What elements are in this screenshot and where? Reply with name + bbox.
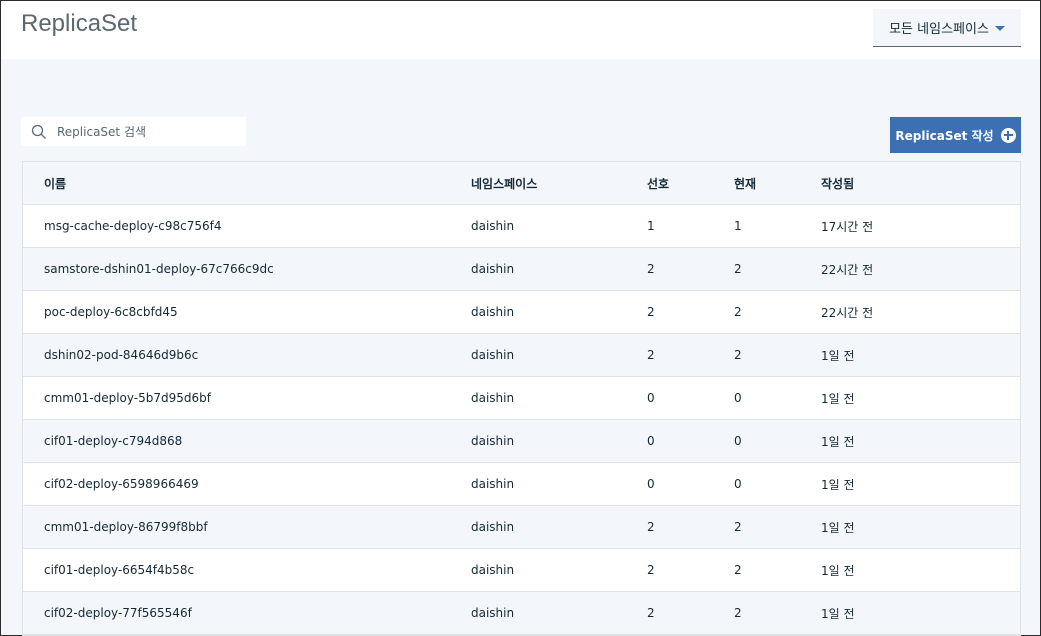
replicaset-name[interactable]: cmm01-deploy-5b7d95d6bf bbox=[23, 391, 471, 405]
replicaset-desired: 2 bbox=[647, 563, 655, 577]
table-row[interactable]: msg-cache-deploy-c98c756f4 daishin 1 1 17시간 … bbox=[23, 205, 1020, 248]
replicaset-namespace: daishin bbox=[471, 520, 515, 534]
replicaset-created: 1일 전 bbox=[821, 563, 855, 578]
create-replicaset-button[interactable]: ReplicaSet 작성 bbox=[890, 117, 1021, 153]
replicaset-current: 2 bbox=[734, 606, 742, 620]
replicaset-name[interactable]: poc-deploy-6c8cbfd45 bbox=[23, 305, 471, 319]
replicaset-namespace: daishin bbox=[471, 305, 515, 319]
replicaset-name[interactable]: samstore-dshin01-deploy-67c766c9dc bbox=[23, 262, 471, 276]
table-row[interactable]: samstore-dshin01-deploy-67c766c9dc daishi… bbox=[23, 248, 1020, 291]
replicaset-desired: 0 bbox=[647, 434, 655, 448]
replicaset-desired: 0 bbox=[647, 477, 655, 491]
replicaset-table: 이름 네임스페이스 선호 현재 작성됨 msg-cache-deploy-c98… bbox=[22, 161, 1021, 636]
table-row[interactable]: cif01-deploy-6654f4b58c daishin 2 2 1일 전 bbox=[23, 549, 1020, 592]
replicaset-desired: 2 bbox=[647, 606, 655, 620]
namespace-dropdown[interactable]: 모든 네임스페이스 bbox=[873, 9, 1021, 47]
replicaset-desired: 1 bbox=[647, 219, 655, 233]
replicaset-desired: 2 bbox=[647, 305, 655, 319]
replicaset-namespace: daishin bbox=[471, 563, 515, 577]
replicaset-name[interactable]: dshin02-pod-84646d9b6c bbox=[23, 348, 471, 362]
replicaset-name[interactable]: cif02-deploy-77f565546f bbox=[23, 606, 471, 620]
replicaset-created: 1일 전 bbox=[821, 348, 855, 363]
replicaset-namespace: daishin bbox=[471, 219, 515, 233]
replicaset-current: 2 bbox=[734, 520, 742, 534]
replicaset-desired: 0 bbox=[647, 391, 655, 405]
replicaset-namespace: daishin bbox=[471, 348, 515, 362]
page-title: ReplicaSet bbox=[21, 10, 138, 37]
create-button-label: ReplicaSet 작성 bbox=[895, 128, 994, 143]
replicaset-current: 2 bbox=[734, 262, 742, 276]
caret-down-icon bbox=[994, 26, 1005, 31]
column-header-created[interactable]: 작성됨 bbox=[821, 175, 1020, 192]
replicaset-created: 1일 전 bbox=[821, 606, 855, 621]
replicaset-name[interactable]: cif02-deploy-6598966469 bbox=[23, 477, 471, 491]
replicaset-created: 1일 전 bbox=[821, 391, 855, 406]
column-header-current[interactable]: 현재 bbox=[734, 175, 821, 192]
table-row[interactable]: cmm01-deploy-5b7d95d6bf daishin 0 0 1일 전 bbox=[23, 377, 1020, 420]
table-row[interactable]: cif02-deploy-6598966469 daishin 0 0 1일 전 bbox=[23, 463, 1020, 506]
replicaset-created: 22시간 전 bbox=[821, 262, 874, 277]
table-header-row: 이름 네임스페이스 선호 현재 작성됨 bbox=[23, 162, 1020, 205]
replicaset-current: 0 bbox=[734, 477, 742, 491]
replicaset-created: 1일 전 bbox=[821, 520, 855, 535]
search-icon bbox=[21, 117, 57, 146]
add-circle-icon bbox=[1000, 127, 1016, 143]
table-row[interactable]: cif02-deploy-77f565546f daishin 2 2 1일 전 bbox=[23, 592, 1020, 635]
replicaset-namespace: daishin bbox=[471, 262, 515, 276]
replicaset-desired: 2 bbox=[647, 262, 655, 276]
replicaset-name[interactable]: cif01-deploy-6654f4b58c bbox=[23, 563, 471, 577]
replicaset-namespace: daishin bbox=[471, 391, 515, 405]
replicaset-current: 2 bbox=[734, 348, 742, 362]
replicaset-name[interactable]: cif01-deploy-c794d868 bbox=[23, 434, 471, 448]
replicaset-name[interactable]: msg-cache-deploy-c98c756f4 bbox=[23, 219, 471, 233]
page-header: ReplicaSet 모든 네임스페이스 bbox=[1, 1, 1040, 59]
replicaset-desired: 2 bbox=[647, 520, 655, 534]
replicaset-created: 17시간 전 bbox=[821, 219, 874, 234]
column-header-namespace[interactable]: 네임스페이스 bbox=[471, 175, 647, 192]
replicaset-current: 2 bbox=[734, 563, 742, 577]
replicaset-namespace: daishin bbox=[471, 606, 515, 620]
replicaset-namespace: daishin bbox=[471, 477, 515, 491]
replicaset-namespace: daishin bbox=[471, 434, 515, 448]
replicaset-created: 1일 전 bbox=[821, 434, 855, 449]
table-row[interactable]: cif01-deploy-c794d868 daishin 0 0 1일 전 bbox=[23, 420, 1020, 463]
namespace-dropdown-label: 모든 네임스페이스 bbox=[889, 22, 989, 37]
replicaset-current: 1 bbox=[734, 219, 742, 233]
column-header-desired[interactable]: 선호 bbox=[647, 175, 734, 192]
replicaset-created: 22시간 전 bbox=[821, 305, 874, 320]
table-body: msg-cache-deploy-c98c756f4 daishin 1 1 17시간 … bbox=[23, 205, 1020, 635]
replicaset-created: 1일 전 bbox=[821, 477, 855, 492]
table-row[interactable]: cmm01-deploy-86799f8bbf daishin 2 2 1일 전 bbox=[23, 506, 1020, 549]
search-input[interactable] bbox=[57, 124, 246, 139]
table-row[interactable]: dshin02-pod-84646d9b6c daishin 2 2 1일 전 bbox=[23, 334, 1020, 377]
replicaset-desired: 2 bbox=[647, 348, 655, 362]
replicaset-name[interactable]: cmm01-deploy-86799f8bbf bbox=[23, 520, 471, 534]
table-row[interactable]: poc-deploy-6c8cbfd45 daishin 2 2 22시간 전 bbox=[23, 291, 1020, 334]
search-box[interactable] bbox=[21, 117, 246, 146]
replicaset-current: 0 bbox=[734, 434, 742, 448]
column-header-name[interactable]: 이름 bbox=[23, 175, 471, 192]
replicaset-current: 2 bbox=[734, 305, 742, 319]
replicaset-current: 0 bbox=[734, 391, 742, 405]
